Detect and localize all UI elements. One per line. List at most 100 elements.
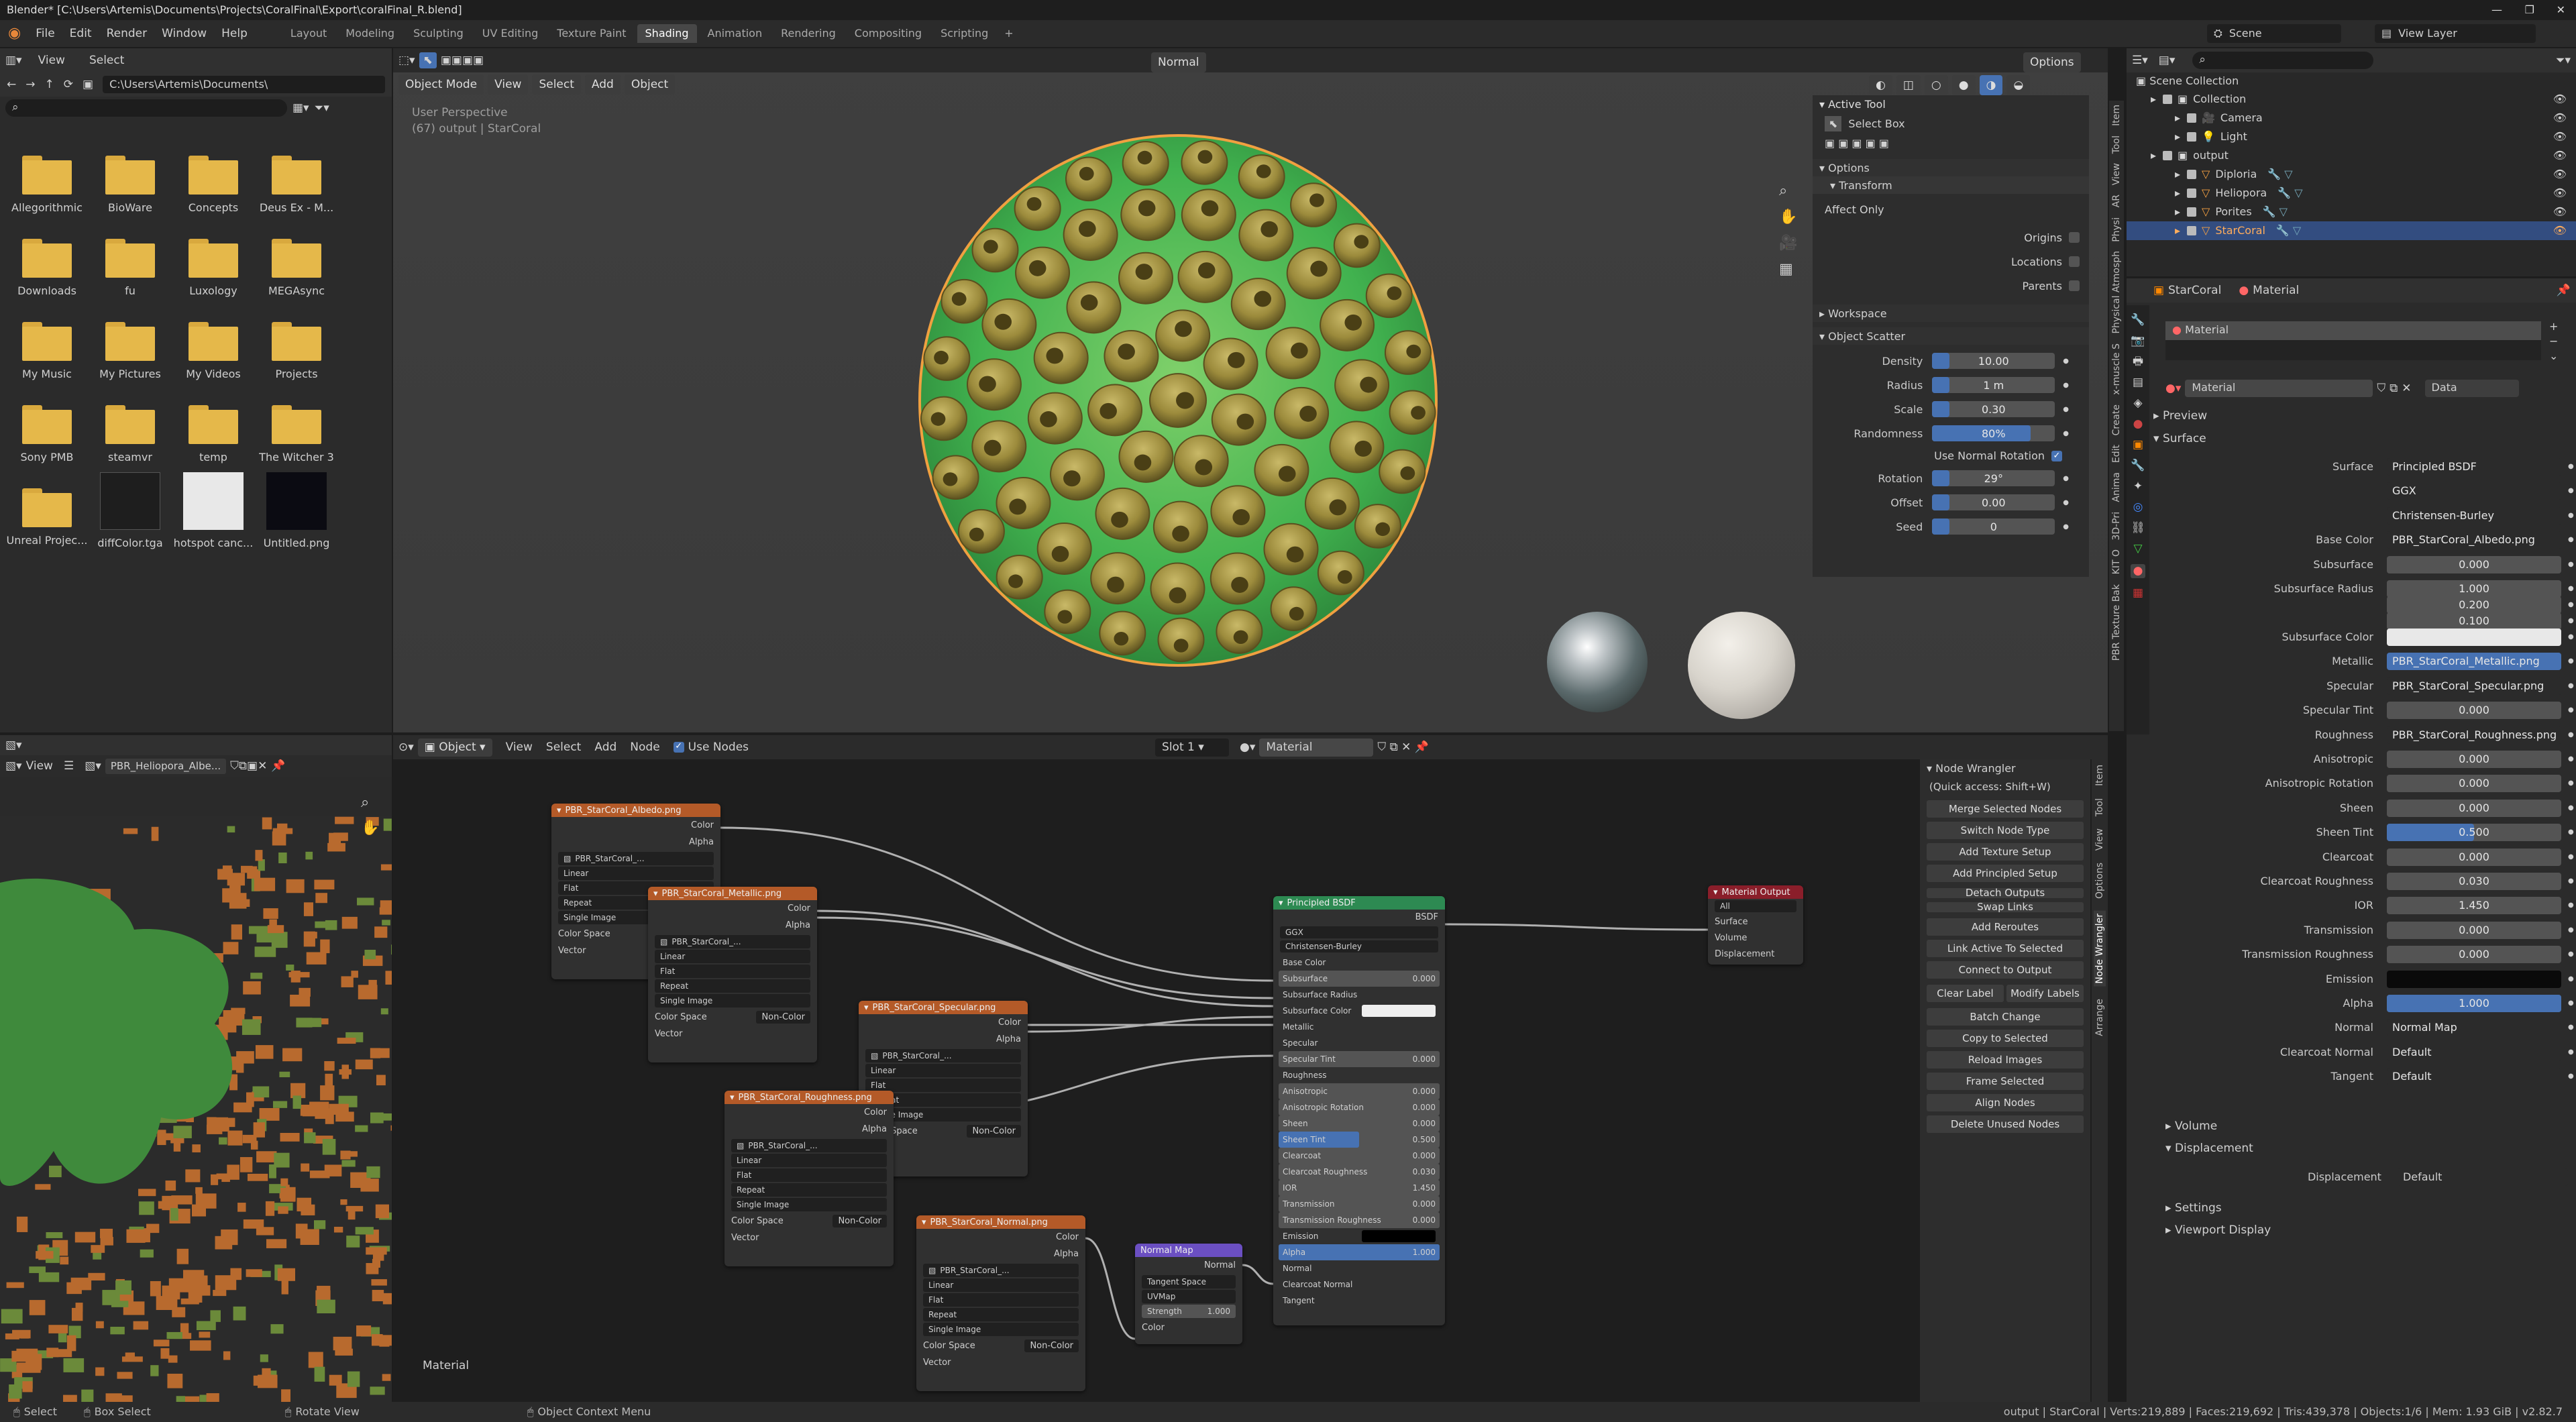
keyframe-dot-icon[interactable]: ●	[2568, 951, 2574, 958]
color-swatch[interactable]	[1362, 1230, 1436, 1242]
expand-arrow-icon[interactable]: ▸	[2175, 131, 2187, 142]
outliner-checkbox[interactable]	[2187, 207, 2196, 217]
outliner-root[interactable]: ▣ Scene Collection	[2127, 72, 2576, 90]
tab-compositing[interactable]: Compositing	[847, 24, 930, 43]
prop-value-field[interactable]: Default	[2387, 1068, 2561, 1086]
viewport-display-section[interactable]: ▸ Viewport Display	[2165, 1225, 2271, 1236]
affect-locations-row[interactable]: Locations	[1813, 250, 2089, 274]
rendered-icon[interactable]: ◒	[2006, 75, 2031, 95]
outliner-item-collection[interactable]: ▸ ▣ Collection 👁	[2127, 90, 2576, 109]
metallic-texture-node[interactable]: ▾ PBR_StarCoral_Metallic.png Color Alpha ▧ PB…	[648, 887, 817, 1062]
particles-tab-icon[interactable]: ✦	[2133, 481, 2143, 492]
collapse-icon[interactable]: ▾	[1279, 899, 1283, 908]
nw-connect-to-output-button[interactable]: Connect to Output	[1927, 961, 2084, 979]
keyframe-dot-icon[interactable]: ●	[2568, 1000, 2574, 1007]
fb-item[interactable]: Sony PMB	[5, 405, 89, 463]
nw-switch-node-type-button[interactable]: Switch Node Type	[1927, 822, 2084, 839]
node-dropdown-proj[interactable]: Flat	[923, 1293, 1079, 1307]
keyframe-dot-icon[interactable]: ●	[2568, 488, 2574, 494]
image-name-field[interactable]: PBR_Heliopora_Albe...	[105, 758, 227, 774]
outliner-item-heliopora[interactable]: ▸ ▽ Heliopora 🔧 ▽ 👁	[2127, 184, 2576, 203]
display-mode-icon[interactable]: ▦▾	[292, 102, 309, 114]
refresh-icon[interactable]: ⟳	[64, 78, 73, 91]
node-dropdown-proj[interactable]: Flat	[865, 1079, 1021, 1092]
fb-item[interactable]: steamvr	[89, 405, 172, 463]
tool-select-icon[interactable]: ⬉	[419, 52, 437, 68]
fb-item[interactable]: My Videos	[172, 322, 255, 380]
node-dropdown-src[interactable]: Single Image	[655, 994, 810, 1007]
back-icon[interactable]: ←	[7, 78, 16, 91]
node-dropdown-src[interactable]: Single Image	[731, 1198, 887, 1211]
remove-slot-icon[interactable]: −	[2549, 336, 2558, 347]
object-scatter-header[interactable]: ▾ Object Scatter	[1813, 327, 2089, 345]
keyframe-dot-icon[interactable]: ●	[2568, 537, 2574, 543]
editor-type-icon[interactable]: ▧▾	[5, 739, 22, 751]
image-fake-user-icon[interactable]: ⛉⧉▣✕	[230, 760, 267, 772]
prop-value-field[interactable]: GGX	[2387, 482, 2561, 500]
keyframe-dot-icon[interactable]: ●	[2568, 780, 2574, 787]
keyframe-dot-icon[interactable]: ●	[2568, 586, 2574, 592]
node-dropdown-ext[interactable]: Repeat	[731, 1183, 887, 1197]
scatter-rotation-field[interactable]: 29°	[1932, 470, 2055, 486]
node-tab-arrange[interactable]: Arrange	[2094, 999, 2105, 1036]
fb-item[interactable]: Downloads	[5, 239, 89, 296]
expand-arrow-icon[interactable]: ▸	[2151, 94, 2163, 105]
fb-item[interactable]: hotspot canc...	[172, 472, 255, 549]
menu-window[interactable]: Window	[162, 28, 207, 40]
node-header[interactable]: ▾ PBR_StarCoral_Metallic.png	[648, 887, 817, 900]
collapse-icon[interactable]: ▾	[557, 806, 561, 815]
nw-batch-change-button[interactable]: Batch Change	[1927, 1008, 2084, 1026]
collapse-icon[interactable]: ▾	[653, 889, 658, 898]
affect-parents-row[interactable]: Parents	[1813, 274, 2089, 298]
select-mode-buttons[interactable]: ▣ ▣ ▣ ▣ ▣	[1813, 134, 2089, 152]
filter-icon[interactable]: ⏷▾	[315, 102, 329, 114]
link-data-dropdown[interactable]: Data	[2424, 380, 2519, 397]
tab-sculpting[interactable]: Sculpting	[405, 24, 472, 43]
visibility-eye-icon[interactable]: 👁	[2553, 188, 2567, 199]
tab-animation[interactable]: Animation	[700, 24, 771, 43]
material-slot-list[interactable]: ● Material	[2165, 321, 2541, 360]
bsdf-input-specular-tint[interactable]: Specular Tint 0.000	[1279, 1051, 1440, 1067]
node-tab-node-wrangler[interactable]: Node Wrangler	[2094, 911, 2106, 987]
keyframe-dot-icon[interactable]: ●	[2568, 1024, 2574, 1031]
bsdf-input-sheen[interactable]: Sheen 0.000	[1279, 1115, 1440, 1132]
npanel-tab-anima[interactable]: Anima	[2111, 472, 2122, 502]
outliner-checkbox[interactable]	[2187, 188, 2196, 198]
scatter-density-field[interactable]: 10.00	[1932, 353, 2055, 369]
minimize-button[interactable]: —	[2491, 5, 2502, 15]
xray-icon[interactable]: ◫	[1896, 75, 1921, 95]
preview-section[interactable]: ▸ Preview	[2153, 411, 2207, 422]
viewport-menu-add[interactable]: Add	[584, 74, 621, 95]
nw-delete-unused-nodes-button[interactable]: Delete Unused Nodes	[1927, 1115, 2084, 1133]
material-tab-icon[interactable]: ●	[2130, 564, 2146, 578]
keyframe-dot-icon[interactable]: ●	[2568, 878, 2574, 885]
affect-locations-checkbox[interactable]	[2069, 256, 2080, 267]
bsdf-input-anisotropic-rotation[interactable]: Anisotropic Rotation 0.000	[1279, 1099, 1440, 1115]
render-tab-icon[interactable]: 📷	[2131, 335, 2145, 347]
outliner-item-diploria[interactable]: ▸ ▽ Diploria 🔧 ▽ 👁	[2127, 165, 2576, 184]
transform-orientation[interactable]: Normal	[1151, 52, 1206, 72]
keyframe-dot-icon[interactable]: ●	[2568, 463, 2574, 470]
node-dropdown-proj[interactable]: Flat	[655, 965, 810, 978]
prop-value-field[interactable]: 0.000	[2387, 702, 2561, 720]
scatter-randomness-field[interactable]: 80%	[1932, 425, 2055, 441]
image-browse-icon[interactable]: ▧▾	[85, 760, 101, 772]
grid-icon[interactable]: ▦	[1779, 261, 1797, 278]
outliner-checkbox[interactable]	[2163, 95, 2172, 104]
npanel-tab-x-muscle-s[interactable]: x-muscle S	[2111, 343, 2122, 395]
prop-value-field[interactable]: PBR_StarCoral_Metallic.png	[2387, 653, 2561, 671]
npanel-tab-tool[interactable]: Tool	[2111, 135, 2122, 154]
keyframe-dot-icon[interactable]: ●	[2568, 902, 2574, 909]
outliner-item-starcoral[interactable]: ▸ ▽ StarCoral 🔧 ▽ 👁	[2127, 221, 2576, 240]
select-mode-icons[interactable]: ▣▣▣▣	[441, 54, 484, 67]
color-space-dropdown[interactable]: Non-Color	[833, 1215, 887, 1227]
nw-detach-outputs-button[interactable]: Detach Outputs	[1927, 888, 2084, 898]
color-space-dropdown[interactable]: Non-Color	[756, 1011, 810, 1024]
bsdf-input-clearcoat[interactable]: Clearcoat 0.000	[1279, 1148, 1440, 1164]
bsdf-input-emission[interactable]: Emission	[1279, 1228, 1440, 1244]
viewport-menu-object[interactable]: Object	[624, 74, 676, 95]
nw-modify-labels-button[interactable]: Modify Labels	[2006, 985, 2084, 1002]
visibility-eye-icon[interactable]: 👁	[2553, 207, 2567, 217]
fb-item[interactable]: fu	[89, 239, 172, 296]
prop-value-field[interactable]: 0.030	[2387, 873, 2561, 890]
